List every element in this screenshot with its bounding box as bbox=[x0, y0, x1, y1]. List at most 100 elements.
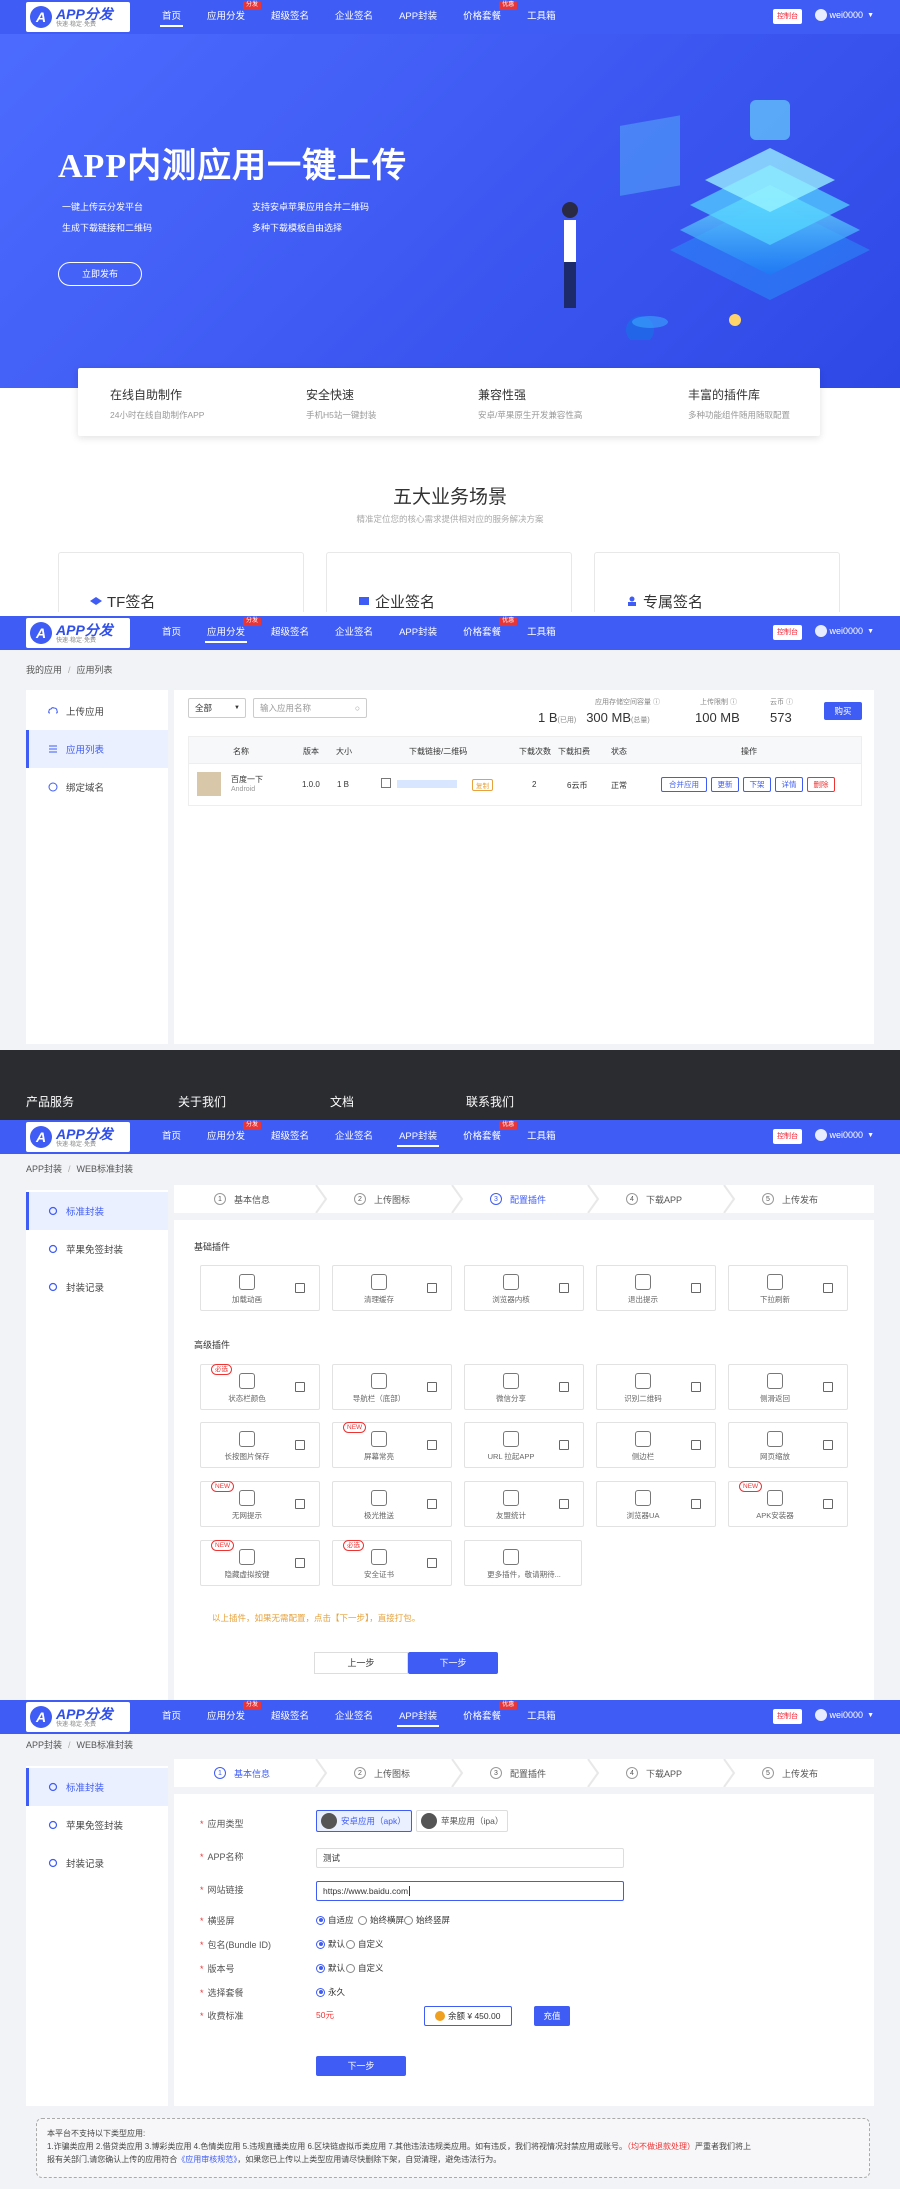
footer-link[interactable]: 联系我们 bbox=[466, 1093, 514, 1110]
version-default-radio[interactable]: 默认 bbox=[316, 1962, 345, 1974]
nav-pricing[interactable]: 价格套餐 优惠 bbox=[463, 0, 518, 34]
nav-super-sign[interactable]: 超级签名 bbox=[271, 1120, 309, 1154]
plugin-checkbox[interactable] bbox=[295, 1382, 305, 1392]
orient-portrait-radio[interactable]: 始终竖屏 bbox=[404, 1914, 450, 1926]
app-name[interactable]: 百度一下 bbox=[231, 774, 263, 785]
plugin-checkbox[interactable] bbox=[823, 1283, 833, 1293]
bundle-custom-radio[interactable]: 自定义 bbox=[346, 1938, 384, 1950]
plugin-card[interactable]: 退出提示 bbox=[596, 1265, 716, 1311]
plugin-checkbox[interactable] bbox=[295, 1558, 305, 1568]
plugin-checkbox[interactable] bbox=[427, 1499, 437, 1509]
site-logo[interactable]: A APP分发 快速·稳定·免费 bbox=[26, 1702, 130, 1732]
plugin-card[interactable]: 侧滑返回 bbox=[728, 1364, 848, 1410]
user-menu[interactable]: wei0000 ▼ bbox=[814, 1709, 874, 1721]
plugin-checkbox[interactable] bbox=[691, 1382, 701, 1392]
plugin-checkbox[interactable] bbox=[295, 1440, 305, 1450]
user-menu[interactable]: wei0000 ▼ bbox=[814, 625, 874, 637]
plugin-checkbox[interactable] bbox=[559, 1283, 569, 1293]
nav-app-wrap[interactable]: APP封装 bbox=[397, 1700, 440, 1734]
version-custom-radio[interactable]: 自定义 bbox=[346, 1962, 384, 1974]
sidebar-item-app-list[interactable]: 应用列表 bbox=[26, 730, 168, 768]
control-panel-button[interactable]: 控制台 bbox=[773, 1709, 802, 1724]
plugin-card[interactable]: 友盟统计 bbox=[464, 1481, 584, 1527]
delete-button[interactable]: 删除 bbox=[807, 777, 835, 792]
nav-home[interactable]: 首页 bbox=[162, 1700, 181, 1734]
detail-button[interactable]: 详情 bbox=[775, 777, 803, 792]
app-name-input[interactable]: 测试 bbox=[316, 1848, 624, 1868]
nav-super-sign[interactable]: 超级签名 bbox=[271, 1700, 309, 1734]
nav-toolbox[interactable]: 工具箱 bbox=[527, 1700, 556, 1734]
nav-toolbox[interactable]: 工具箱 bbox=[527, 616, 556, 650]
plugin-card[interactable]: NEW 屏幕常亮 bbox=[332, 1422, 452, 1468]
plugin-checkbox[interactable] bbox=[559, 1499, 569, 1509]
nav-super-sign[interactable]: 超级签名 bbox=[271, 616, 309, 650]
prev-step-button[interactable]: 上一步 bbox=[314, 1652, 408, 1674]
plugin-card[interactable]: 识别二维码 bbox=[596, 1364, 716, 1410]
step-config-plugins[interactable]: 3 配置插件 bbox=[490, 1759, 546, 1787]
buy-button[interactable]: 购买 bbox=[824, 702, 862, 720]
site-logo[interactable]: A APP分发 快速·稳定·免费 bbox=[26, 2, 130, 32]
download-link[interactable] bbox=[397, 780, 457, 788]
plugin-card[interactable]: NEW APK安装器 bbox=[728, 1481, 848, 1527]
nav-app-distribution[interactable]: 应用分发 分发 bbox=[205, 616, 262, 650]
sidebar-item-upload[interactable]: 上传应用 bbox=[26, 692, 168, 730]
plugin-card[interactable]: 必选 安全证书 bbox=[332, 1540, 452, 1586]
nav-toolbox[interactable]: 工具箱 bbox=[527, 0, 556, 34]
plugin-checkbox[interactable] bbox=[427, 1440, 437, 1450]
step-basic-info[interactable]: 1 基本信息 bbox=[214, 1185, 270, 1213]
nav-toolbox[interactable]: 工具箱 bbox=[527, 1120, 556, 1154]
footer-link[interactable]: 文档 bbox=[330, 1093, 354, 1110]
plugin-card[interactable]: 导航栏（底部） bbox=[332, 1364, 452, 1410]
plugin-checkbox[interactable] bbox=[295, 1499, 305, 1509]
ios-type-option[interactable]: 苹果应用（ipa） bbox=[416, 1810, 508, 1832]
review-rules-link[interactable]: 《应用审核规范》 bbox=[177, 2155, 237, 2164]
sidebar-item-bind-domain[interactable]: 绑定域名 bbox=[26, 768, 168, 806]
step-upload-icon[interactable]: 2 上传图标 bbox=[354, 1185, 410, 1213]
control-panel-button[interactable]: 控制台 bbox=[773, 625, 802, 640]
publish-now-button[interactable]: 立即发布 bbox=[58, 262, 142, 286]
plugin-card[interactable]: URL 拉起APP bbox=[464, 1422, 584, 1468]
plugin-card[interactable]: 必选 状态栏颜色 bbox=[200, 1364, 320, 1410]
bundle-default-radio[interactable]: 默认 bbox=[316, 1938, 345, 1950]
plugin-card[interactable]: 浏览器UA bbox=[596, 1481, 716, 1527]
plugin-checkbox[interactable] bbox=[559, 1382, 569, 1392]
step-download-app[interactable]: 4 下载APP bbox=[626, 1185, 682, 1213]
next-step-button[interactable]: 下一步 bbox=[408, 1652, 498, 1674]
step-basic-info[interactable]: 1 基本信息 bbox=[214, 1759, 270, 1787]
nav-app-wrap[interactable]: APP封装 bbox=[397, 1120, 440, 1154]
next-step-button[interactable]: 下一步 bbox=[316, 2056, 406, 2076]
nav-app-distribution[interactable]: 应用分发 分发 bbox=[207, 1120, 262, 1154]
step-publish[interactable]: 5 上传发布 bbox=[762, 1185, 818, 1213]
plugin-card[interactable]: 网页缩放 bbox=[728, 1422, 848, 1468]
plugin-checkbox[interactable] bbox=[427, 1283, 437, 1293]
site-logo[interactable]: A APP分发 快速·稳定·免费 bbox=[26, 618, 130, 648]
plugin-checkbox[interactable] bbox=[559, 1440, 569, 1450]
url-input[interactable]: https://www.baidu.com bbox=[316, 1881, 624, 1901]
nav-home[interactable]: 首页 bbox=[159, 0, 184, 34]
orient-adaptive-radio[interactable]: 自适应 bbox=[316, 1914, 354, 1926]
app-search-input[interactable]: 输入应用名称 ○ bbox=[253, 698, 367, 718]
sidebar-item-standard-wrap[interactable]: 标准封装 bbox=[26, 1192, 168, 1230]
sidebar-item-ios-wrap[interactable]: 苹果免签封装 bbox=[26, 1230, 168, 1268]
plugin-card[interactable]: NEW 隐藏虚拟按键 bbox=[200, 1540, 320, 1586]
nav-enterprise-sign[interactable]: 企业签名 bbox=[335, 1120, 373, 1154]
plugin-checkbox[interactable] bbox=[427, 1558, 437, 1568]
plugin-card[interactable]: 长按图片保存 bbox=[200, 1422, 320, 1468]
scene-card-enterprise[interactable]: 企业签名 bbox=[326, 552, 572, 612]
platform-select[interactable]: 全部 ▼ bbox=[188, 698, 246, 718]
nav-app-distribution[interactable]: 应用分发 分发 bbox=[207, 1700, 262, 1734]
control-panel-button[interactable]: 控制台 bbox=[773, 9, 802, 24]
sidebar-item-wrap-records[interactable]: 封装记录 bbox=[26, 1268, 168, 1306]
sidebar-item-ios-wrap[interactable]: 苹果免签封装 bbox=[26, 1806, 168, 1844]
nav-home[interactable]: 首页 bbox=[162, 616, 181, 650]
nav-app-wrap[interactable]: APP封装 bbox=[399, 0, 437, 34]
plugin-card[interactable]: 加载动画 bbox=[200, 1265, 320, 1311]
plugin-card[interactable]: 更多插件，敬请期待... bbox=[464, 1540, 582, 1586]
step-download-app[interactable]: 4 下载APP bbox=[626, 1759, 682, 1787]
step-publish[interactable]: 5 上传发布 bbox=[762, 1759, 818, 1787]
plugin-checkbox[interactable] bbox=[691, 1499, 701, 1509]
android-type-option[interactable]: 安卓应用（apk） bbox=[316, 1810, 412, 1832]
plugin-checkbox[interactable] bbox=[427, 1382, 437, 1392]
user-menu[interactable]: wei0000 ▼ bbox=[814, 9, 874, 21]
plugin-card[interactable]: 浏览器内核 bbox=[464, 1265, 584, 1311]
